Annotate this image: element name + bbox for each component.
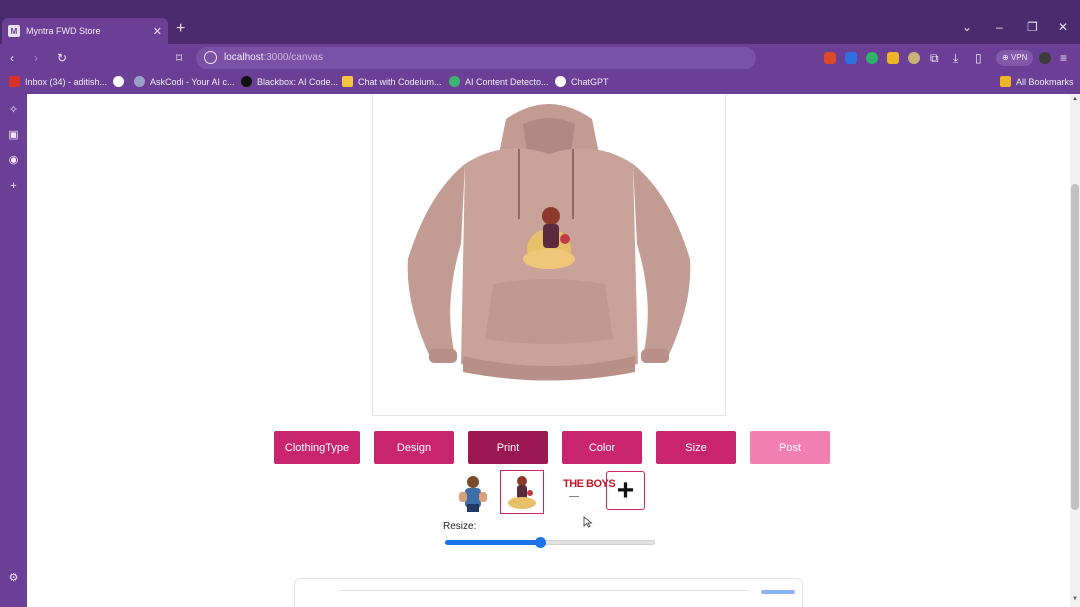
folder-icon <box>1000 76 1011 87</box>
codeium-icon <box>342 76 353 87</box>
bookmark-inbox[interactable]: Inbox (34) - aditish... <box>9 76 107 87</box>
site-info-icon[interactable] <box>204 51 217 64</box>
detector-icon <box>449 76 460 87</box>
gmail-icon <box>9 76 20 87</box>
extension-3-icon[interactable] <box>866 52 878 64</box>
color-button[interactable]: Color <box>562 431 642 464</box>
bookmark-blackbox[interactable]: Blackbox: AI Code... <box>241 76 338 87</box>
browser-title-bar: M Myntra FWD Store ✕ + ⌄ – ❐ ✕ <box>0 0 1080 44</box>
print-thumb-the-boys[interactable]: THE BOYS <box>557 470 616 514</box>
slider-fill <box>445 540 540 545</box>
extension-4-icon[interactable] <box>887 52 899 64</box>
bottom-panel <box>294 578 803 607</box>
close-tab-icon[interactable]: ✕ <box>153 25 162 38</box>
extension-5-icon[interactable] <box>908 52 920 64</box>
post-button[interactable]: Post <box>750 431 830 464</box>
size-button[interactable]: Size <box>656 431 736 464</box>
download-icon[interactable]: ⤓ <box>953 50 958 66</box>
browser-side-rail: ✧ ▣ ◉ + ⚙ <box>0 94 27 607</box>
settings-gear-icon[interactable]: ⚙ <box>7 572 20 585</box>
add-print-button[interactable]: + <box>606 471 645 510</box>
reload-icon[interactable]: ↻ <box>57 50 67 66</box>
vpn-button[interactable]: ⊕ VPN <box>996 50 1034 66</box>
extension-2-icon[interactable] <box>845 52 857 64</box>
bookmark-globe[interactable] <box>113 76 129 87</box>
page-scrollbar[interactable]: ▲ ▼ <box>1070 94 1080 607</box>
design-canvas[interactable] <box>372 94 726 416</box>
bookmark-codeium[interactable]: Chat with Codeium... <box>342 76 442 87</box>
close-window-icon[interactable]: ✕ <box>1058 20 1068 34</box>
chatgpt-panel-icon[interactable]: ◉ <box>7 154 20 167</box>
mouse-cursor-icon <box>583 516 593 528</box>
print-thumb-woman-denim[interactable] <box>451 470 495 514</box>
scrollbar-thumb[interactable] <box>1071 184 1079 510</box>
chatgpt-icon <box>555 76 566 87</box>
resize-slider[interactable] <box>445 537 655 548</box>
canvas-page: ClothingType Design Print Color Size Pos… <box>27 94 1070 607</box>
resize-label: Resize: <box>443 521 477 532</box>
design-button[interactable]: Design <box>374 431 454 464</box>
bookmark-chatgpt[interactable]: ChatGPT <box>555 76 609 87</box>
bookmark-askcodi[interactable]: AskCodi - Your AI c... <box>134 76 235 87</box>
globe-icon <box>113 76 124 87</box>
print-button[interactable]: Print <box>468 431 548 464</box>
bookmarks-panel-icon[interactable]: ▣ <box>7 129 20 142</box>
bottom-action-button[interactable] <box>761 590 795 594</box>
tab-title: Myntra FWD Store <box>26 26 101 36</box>
print-thumb-woman-seated[interactable] <box>500 470 544 514</box>
myntra-favicon-icon: M <box>8 25 20 37</box>
scroll-up-icon[interactable]: ▲ <box>1072 96 1078 102</box>
sidebar-toggle-icon[interactable]: ▯ <box>975 50 982 66</box>
address-bar[interactable]: localhost:3000/canvas <box>196 47 756 69</box>
add-panel-icon[interactable]: + <box>7 180 20 193</box>
all-bookmarks[interactable]: All Bookmarks <box>1000 76 1074 87</box>
minimize-icon[interactable]: – <box>996 20 1003 34</box>
profile-avatar[interactable] <box>1039 52 1051 64</box>
clothingtype-button[interactable]: ClothingType <box>274 431 360 464</box>
menu-icon[interactable]: ≡ <box>1060 50 1067 66</box>
bookmark-page-icon[interactable]: ⌑ <box>176 50 182 66</box>
leo-ai-icon[interactable]: ✧ <box>7 104 20 117</box>
askcodi-icon <box>134 76 145 87</box>
restore-icon[interactable]: ❐ <box>1027 20 1038 34</box>
forward-icon[interactable]: › <box>34 50 38 66</box>
url-text: localhost:3000/canvas <box>224 52 323 63</box>
browser-tab-active[interactable]: M Myntra FWD Store ✕ <box>2 18 168 44</box>
bookmark-ai-detector[interactable]: AI Content Detecto... <box>449 76 549 87</box>
new-tab-icon[interactable]: + <box>176 20 185 38</box>
back-icon[interactable]: ‹ <box>10 50 14 66</box>
blackbox-icon <box>241 76 252 87</box>
scroll-down-icon[interactable]: ▼ <box>1072 596 1078 602</box>
extension-1-icon[interactable] <box>824 52 836 64</box>
slider-knob[interactable] <box>535 537 546 548</box>
hoodie-image <box>407 104 691 381</box>
tab-search-chevron-icon[interactable]: ⌄ <box>962 20 972 34</box>
extensions-puzzle-icon[interactable]: ⧉ <box>930 50 939 66</box>
